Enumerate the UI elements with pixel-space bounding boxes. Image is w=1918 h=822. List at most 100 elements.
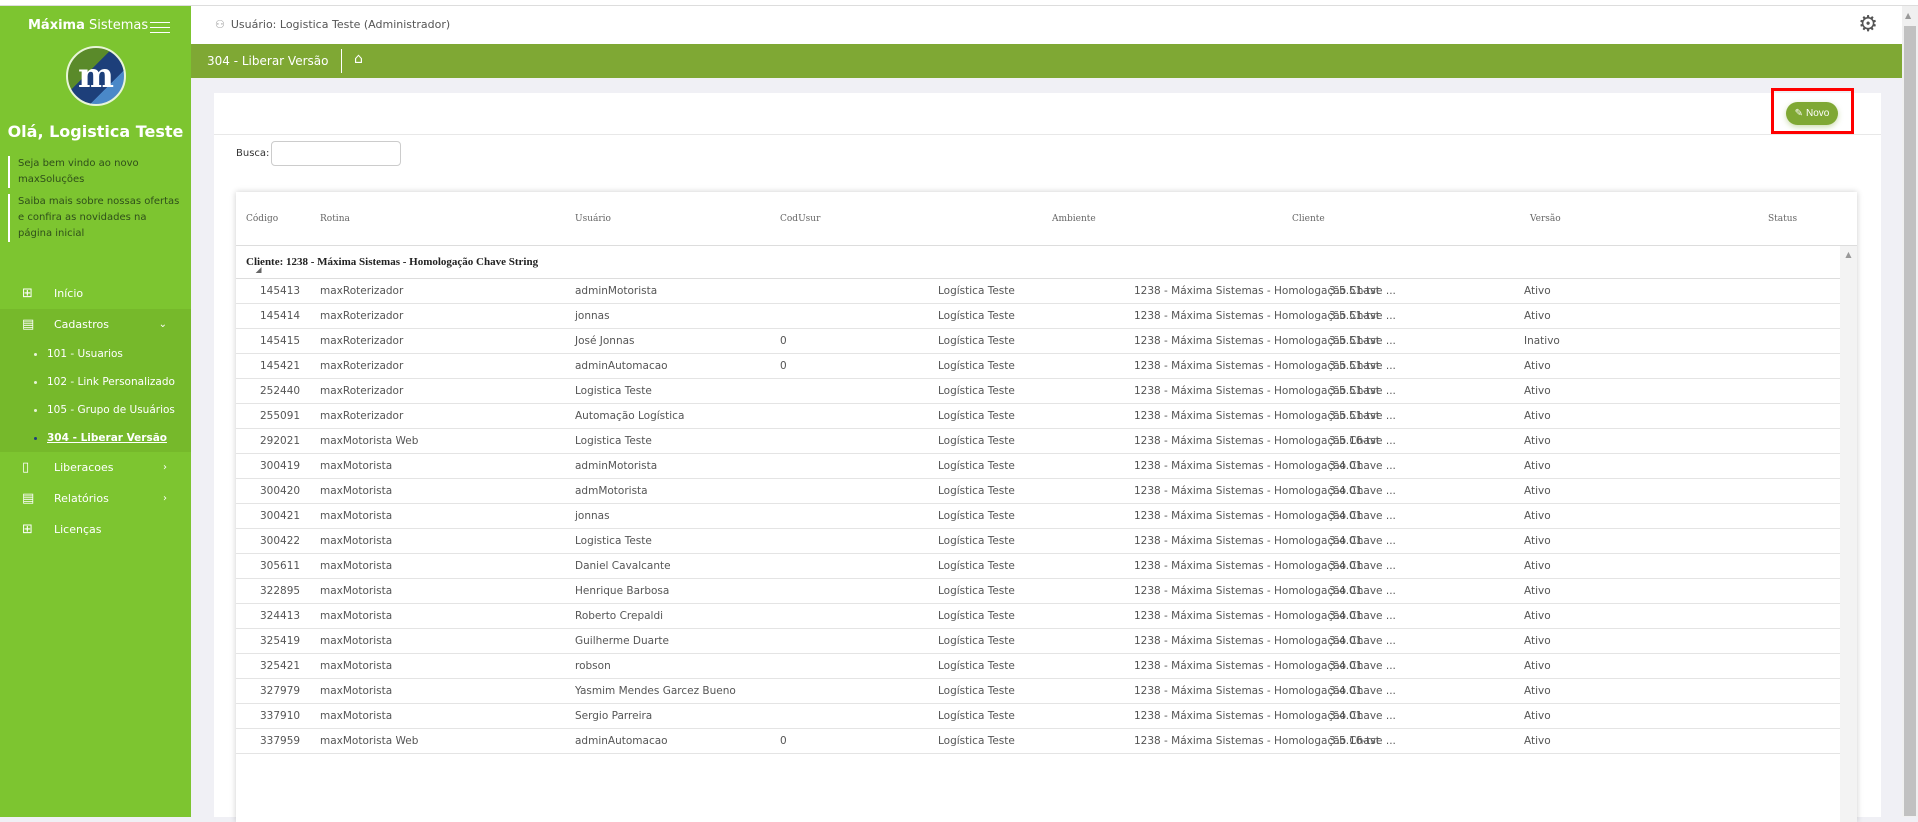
table-row[interactable]: 252440 maxRoterizador Logistica Teste Logís… (236, 379, 1840, 404)
column-header-usuario[interactable]: Usuário (575, 214, 611, 224)
table-row[interactable]: 255091 maxRoterizador Automação Logística L… (236, 404, 1840, 429)
table-row[interactable]: 145414 maxRoterizador jonnas Logística Test… (236, 304, 1840, 329)
cell-ambiente: Logística Teste (938, 360, 1015, 372)
column-header-versao[interactable]: Versão (1530, 214, 1561, 224)
brand-bold: Máxima (28, 18, 85, 33)
cell-usuario: José Jonnas (575, 335, 635, 347)
bullet-icon (34, 436, 37, 440)
cell-versao: 3.5.51-tst (1329, 335, 1380, 347)
cell-rotina: maxMotorista (320, 460, 393, 472)
table-row[interactable]: 300420 maxMotorista admMotorista Logística … (236, 479, 1840, 504)
gear-icon[interactable]: ⚙ (1858, 12, 1878, 37)
cell-status: Ativo (1524, 635, 1551, 647)
table-row[interactable]: 337959 maxMotorista Web adminAutomacao 0 Log… (236, 729, 1840, 754)
column-header-ambiente[interactable]: Ambiente (1052, 214, 1096, 224)
cell-usuario: robson (575, 660, 611, 672)
cell-versao: 3.4.01 (1329, 610, 1363, 622)
home-icon[interactable]: ⌂ (354, 51, 363, 67)
scrollbar-thumb[interactable] (1904, 26, 1916, 816)
sidebar-subitem-304[interactable]: 304 - Liberar Versão (0, 424, 191, 452)
column-header-status[interactable]: Status (1768, 214, 1797, 224)
scroll-up-icon[interactable]: ▲ (1905, 11, 1911, 20)
table-row[interactable]: 292021 maxMotorista Web Logistica Teste Log… (236, 429, 1840, 454)
table-row[interactable]: 325419 maxMotorista Guilherme Duarte Logíst… (236, 629, 1840, 654)
collapse-icon: ◢ (256, 266, 262, 274)
column-header-codusur[interactable]: CodUsur (780, 214, 820, 224)
welcome-note: Seja bem vindo ao novo maxSoluções (8, 156, 183, 188)
search-input[interactable] (271, 141, 402, 166)
sidebar-item-liberacoes[interactable]: ▯ Liberacoes › (0, 452, 191, 483)
table-row[interactable]: 305611 maxMotorista Daniel Cavalcante Logís… (236, 554, 1840, 579)
sidebar-item-label: Cadastros (54, 318, 109, 331)
sidebar-subitem-105[interactable]: 105 - Grupo de Usuários (0, 396, 191, 424)
cell-usuario: Automação Logística (575, 410, 685, 422)
cell-status: Ativo (1524, 410, 1551, 422)
cell-versao: 3.4.01 (1329, 635, 1363, 647)
column-header-codigo[interactable]: Código (246, 214, 278, 224)
subitem-label: 101 - Usuarios (47, 348, 123, 360)
cell-codigo: 305611 (260, 560, 301, 572)
sidebar-item-cadastros[interactable]: ▤ Cadastros ⌄ (0, 309, 191, 340)
cell-versao: 3.4.01 (1329, 460, 1363, 472)
cell-ambiente: Logística Teste (938, 560, 1015, 572)
cell-rotina: maxMotorista (320, 710, 393, 722)
cell-rotina: maxMotorista (320, 585, 393, 597)
cell-status: Ativo (1524, 460, 1551, 472)
cell-usuario: jonnas (575, 510, 610, 522)
cell-ambiente: Logística Teste (938, 435, 1015, 447)
table-row[interactable]: 322895 maxMotorista Henrique Barbosa Logíst… (236, 579, 1840, 604)
table-row[interactable]: 145421 maxRoterizador adminAutomacao 0 Logís… (236, 354, 1840, 379)
hamburger-menu-icon[interactable] (150, 22, 170, 37)
page-title: 304 - Liberar Versão (207, 54, 329, 68)
cell-ambiente: Logística Teste (938, 585, 1015, 597)
cell-rotina: maxMotorista (320, 660, 393, 672)
sidebar-subitem-101[interactable]: 101 - Usuarios (0, 340, 191, 368)
sidebar-item-relatorios[interactable]: ▤ Relatórios › (0, 483, 191, 514)
cell-codigo: 300422 (260, 535, 301, 547)
page-scrollbar[interactable]: ▲ (1902, 6, 1918, 817)
table-row[interactable]: 325421 maxMotorista robson Logística Teste 1… (236, 654, 1840, 679)
cell-status: Ativo (1524, 660, 1551, 672)
sidebar-subitem-102[interactable]: 102 - Link Personalizado (0, 368, 191, 396)
cell-usuario: jonnas (575, 310, 610, 322)
cell-status: Ativo (1524, 485, 1551, 497)
cell-usuario: Guilherme Duarte (575, 635, 669, 647)
table-row[interactable]: 327979 maxMotorista Yasmim Mendes Garcez B… (236, 679, 1840, 704)
user-icon: ⚇ (215, 18, 225, 31)
table-header: Código Rotina Usuário CodUsur Ambiente Client… (236, 192, 1857, 246)
cell-usuario: Logistica Teste (575, 385, 652, 397)
table-row[interactable]: 300419 maxMotorista adminMotorista Logístic… (236, 454, 1840, 479)
cell-status: Ativo (1524, 735, 1551, 747)
cell-rotina: maxRoterizador (320, 385, 404, 397)
table-scrollbar[interactable]: ▲ (1840, 246, 1857, 822)
subitem-label: 105 - Grupo de Usuários (47, 404, 175, 416)
cell-rotina: maxMotorista (320, 560, 393, 572)
cell-ambiente: Logística Teste (938, 385, 1015, 397)
card-header (214, 93, 1881, 135)
sidebar-item-licencas[interactable]: ⊞ Licenças (0, 514, 191, 545)
table-row[interactable]: 145413 maxRoterizador adminMotorista Logíst… (236, 279, 1840, 304)
group-row[interactable]: ◢ Cliente: 1238 - Máxima Sistemas - Homol… (236, 246, 1857, 279)
user-label: Usuário: Logistica Teste (Administrador) (230, 18, 451, 31)
table-row[interactable]: 337910 maxMotorista Sergio Parreira Logísti… (236, 704, 1840, 729)
cell-rotina: maxMotorista (320, 535, 393, 547)
sidebar-item-inicio[interactable]: ⊞ Início (0, 278, 191, 309)
sidebar-item-label: Liberacoes (54, 461, 114, 474)
cell-status: Ativo (1524, 585, 1551, 597)
search-label: Busca: (236, 148, 270, 159)
table-row[interactable]: 145415 maxRoterizador José Jonnas 0 Logístic… (236, 329, 1840, 354)
scroll-up-icon[interactable]: ▲ (1840, 246, 1857, 259)
bullet-icon (34, 352, 37, 356)
table-row[interactable]: 300421 maxMotorista jonnas Logística Teste 1… (236, 504, 1840, 529)
column-header-cliente[interactable]: Cliente (1292, 214, 1325, 224)
cell-codigo: 325419 (260, 635, 301, 647)
cell-codigo: 145421 (260, 360, 301, 372)
cell-status: Ativo (1524, 435, 1551, 447)
table-row[interactable]: 324413 maxMotorista Roberto Crepaldi Logíst… (236, 604, 1840, 629)
cell-ambiente: Logística Teste (938, 510, 1015, 522)
cell-usuario: admMotorista (575, 485, 648, 497)
table-row[interactable]: 300422 maxMotorista Logistica Teste Logísti… (236, 529, 1840, 554)
column-header-rotina[interactable]: Rotina (320, 214, 350, 224)
user-info: ⚇ Usuário: Logistica Teste (Administrador… (215, 18, 450, 31)
grid-icon: ⊞ (22, 285, 33, 301)
